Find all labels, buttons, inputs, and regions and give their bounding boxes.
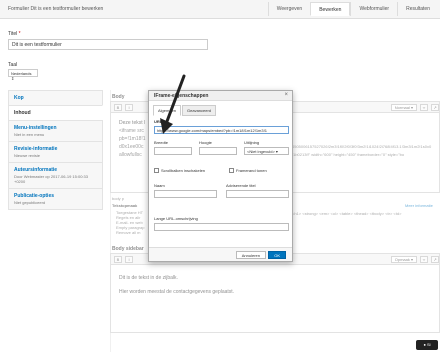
page-title: Formulier Dit is een testformulier bewer… bbox=[8, 6, 104, 12]
longdesc-input[interactable] bbox=[154, 223, 289, 231]
vtab-content-title: Inhoud bbox=[14, 110, 31, 116]
checkbox-icon bbox=[154, 168, 159, 173]
title-label-text: Titel bbox=[8, 31, 18, 37]
name-label: Naam bbox=[154, 183, 165, 188]
advisory-title-input[interactable] bbox=[226, 190, 289, 198]
vtab-content[interactable]: Inhoud bbox=[8, 105, 103, 120]
vtab-author[interactable]: Auteursinformatie Door Webmaster op 2017… bbox=[8, 162, 103, 188]
vtab-author-title: Auteursinformatie bbox=[14, 167, 58, 173]
vtab-menu-settings[interactable]: Menu-instellingen Niet in een menu bbox=[8, 120, 103, 141]
language-select[interactable]: Nederlands ⇕ bbox=[8, 69, 38, 81]
name-input[interactable] bbox=[154, 190, 217, 198]
cookie-settings-button[interactable]: ● Sl bbox=[416, 340, 438, 350]
tab-results[interactable]: Resultaten bbox=[397, 2, 438, 16]
title-label: Titel * bbox=[8, 31, 21, 37]
topbar: Formulier Dit is een testformulier bewer… bbox=[0, 0, 440, 19]
cancel-button[interactable]: Annuleren bbox=[235, 251, 266, 259]
checkbox-icon bbox=[229, 168, 234, 173]
vertical-tabs: Kop Inhoud Menu-instellingen Niet in een… bbox=[8, 90, 103, 210]
advisory-title-label: Adviserende titel bbox=[226, 183, 256, 188]
vtab-publishing[interactable]: Publicatie-opties Niet gepubliceerd bbox=[8, 188, 103, 210]
vtab-header[interactable]: Kop bbox=[8, 90, 103, 105]
language-label: Taal bbox=[8, 62, 18, 68]
vtab-publishing-summary: Niet gepubliceerd bbox=[14, 200, 46, 205]
vtab-revision[interactable]: Revisie-informatie Nieuwe revisie bbox=[8, 141, 103, 162]
chevron-down-icon: ⇕ bbox=[11, 76, 15, 81]
height-input[interactable] bbox=[199, 147, 237, 155]
align-select[interactable]: <Niet ingevuld> ▾ bbox=[244, 147, 289, 155]
frameborder-label: Framerand tonen bbox=[236, 168, 267, 173]
vtab-revision-title: Revisie-informatie bbox=[14, 146, 58, 152]
chat-icon: ● bbox=[423, 342, 426, 347]
tab-edit[interactable]: Bewerken bbox=[310, 2, 351, 16]
title-input[interactable]: Dit is een testformulier bbox=[8, 39, 208, 50]
ok-button[interactable]: OK bbox=[268, 251, 286, 259]
required-marker: * bbox=[18, 31, 21, 37]
vtab-menu-title: Menu-instellingen bbox=[14, 125, 57, 131]
tab-webform[interactable]: Webformulier bbox=[350, 2, 398, 16]
scrollbars-checkbox[interactable]: Scrollbalken inschakelen bbox=[154, 168, 205, 173]
dialog-footer: Annuleren OK bbox=[149, 247, 292, 261]
vtab-revision-summary: Nieuwe revisie bbox=[14, 153, 41, 158]
scrollbars-label: Scrollbalken inschakelen bbox=[161, 168, 206, 173]
frameborder-checkbox[interactable]: Framerand tonen bbox=[229, 168, 267, 173]
close-icon[interactable]: × bbox=[284, 92, 288, 98]
width-input[interactable] bbox=[154, 147, 192, 155]
tab-view[interactable]: Weergeven bbox=[267, 2, 311, 16]
vtab-author-summary: Door Webmaster op 2017-06-19 15:00:33 +0… bbox=[14, 174, 88, 184]
vtab-publishing-title: Publicatie-opties bbox=[14, 193, 55, 199]
align-select-value: <Niet ingevuld> bbox=[247, 149, 275, 154]
align-label: Uitlijning bbox=[244, 140, 260, 145]
annotation-arrow-icon bbox=[160, 74, 186, 134]
cookie-button-label: Sl bbox=[426, 342, 431, 347]
longdesc-label: Lange URL-omschrijving bbox=[154, 216, 198, 221]
primary-tabs: Weergeven Bewerken Webformulier Resultat… bbox=[267, 2, 438, 16]
height-label: Hoogte bbox=[199, 140, 212, 145]
vtab-menu-summary: Niet in een menu bbox=[14, 132, 45, 137]
width-label: Breedte bbox=[154, 140, 169, 145]
vtab-header-title: Kop bbox=[14, 95, 24, 101]
